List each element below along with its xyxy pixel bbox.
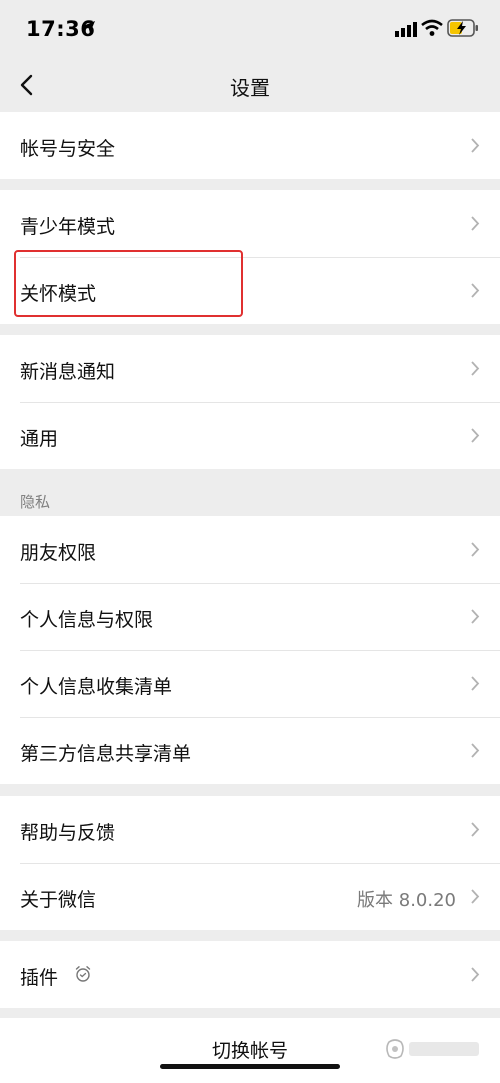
row-label: 青少年模式 [20, 216, 116, 238]
privacy-group: 朋友权限 个人信息与权限 个人信息收集清单 第三方信息共享清单 [0, 516, 500, 784]
chevron-right-icon [471, 889, 480, 904]
version-value: 版本 8.0.20 [357, 890, 456, 911]
row-label: 帐号与安全 [20, 138, 116, 160]
row-label: 关于微信 [20, 889, 97, 911]
row-label: 插件 [20, 967, 59, 989]
plugins-group: 插件 [0, 941, 500, 1008]
chevron-right-icon [471, 216, 480, 231]
status-bar: 17:36 [0, 0, 500, 60]
chevron-right-icon [471, 283, 480, 298]
chevron-right-icon [471, 822, 480, 837]
navigation-bar: 设置 [0, 60, 500, 112]
settings-row-personal-info-collection[interactable]: 个人信息收集清单 [0, 650, 500, 717]
signal-icon [395, 22, 417, 37]
notification-group: 新消息通知 通用 [0, 335, 500, 469]
row-label: 新消息通知 [20, 361, 116, 383]
section-label-privacy: 隐私 [20, 493, 51, 511]
watermark-logo [386, 1039, 479, 1059]
home-indicator [160, 1064, 340, 1069]
settings-row-about-wechat[interactable]: 关于微信 版本 8.0.20 [0, 863, 500, 930]
settings-row-personal-info-permissions[interactable]: 个人信息与权限 [0, 583, 500, 650]
row-label: 帮助与反馈 [20, 822, 116, 844]
row-label: 个人信息与权限 [20, 609, 154, 631]
chevron-right-icon [471, 609, 480, 624]
row-label: 第三方信息共享清单 [20, 743, 192, 765]
plugin-alarm-icon [75, 966, 91, 982]
chevron-right-icon [471, 361, 480, 376]
account-group: 帐号与安全 [0, 112, 500, 179]
location-arrow-icon [83, 21, 95, 33]
chevron-right-icon [471, 676, 480, 691]
row-label: 个人信息收集清单 [20, 676, 173, 698]
settings-row-account-security[interactable]: 帐号与安全 [0, 112, 500, 179]
chevron-right-icon [471, 428, 480, 443]
settings-row-third-party-sharing[interactable]: 第三方信息共享清单 [0, 717, 500, 784]
row-label: 通用 [20, 428, 59, 450]
highlight-annotation [14, 250, 243, 317]
row-label: 朋友权限 [20, 542, 97, 564]
page-title: 设置 [230, 76, 270, 100]
battery-charging-icon [447, 19, 478, 37]
settings-row-friend-permissions[interactable]: 朋友权限 [0, 516, 500, 583]
chevron-right-icon [471, 542, 480, 557]
chevron-right-icon [471, 138, 480, 153]
settings-row-new-message-notification[interactable]: 新消息通知 [0, 335, 500, 402]
help-group: 帮助与反馈 关于微信 版本 8.0.20 [0, 796, 500, 930]
settings-row-help-feedback[interactable]: 帮助与反馈 [0, 796, 500, 863]
chevron-right-icon [471, 743, 480, 758]
settings-row-general[interactable]: 通用 [0, 402, 500, 469]
settings-row-plugins[interactable]: 插件 [0, 941, 500, 1008]
settings-row-teen-mode[interactable]: 青少年模式 [0, 190, 500, 257]
wifi-icon [421, 19, 443, 36]
chevron-right-icon [471, 967, 480, 982]
